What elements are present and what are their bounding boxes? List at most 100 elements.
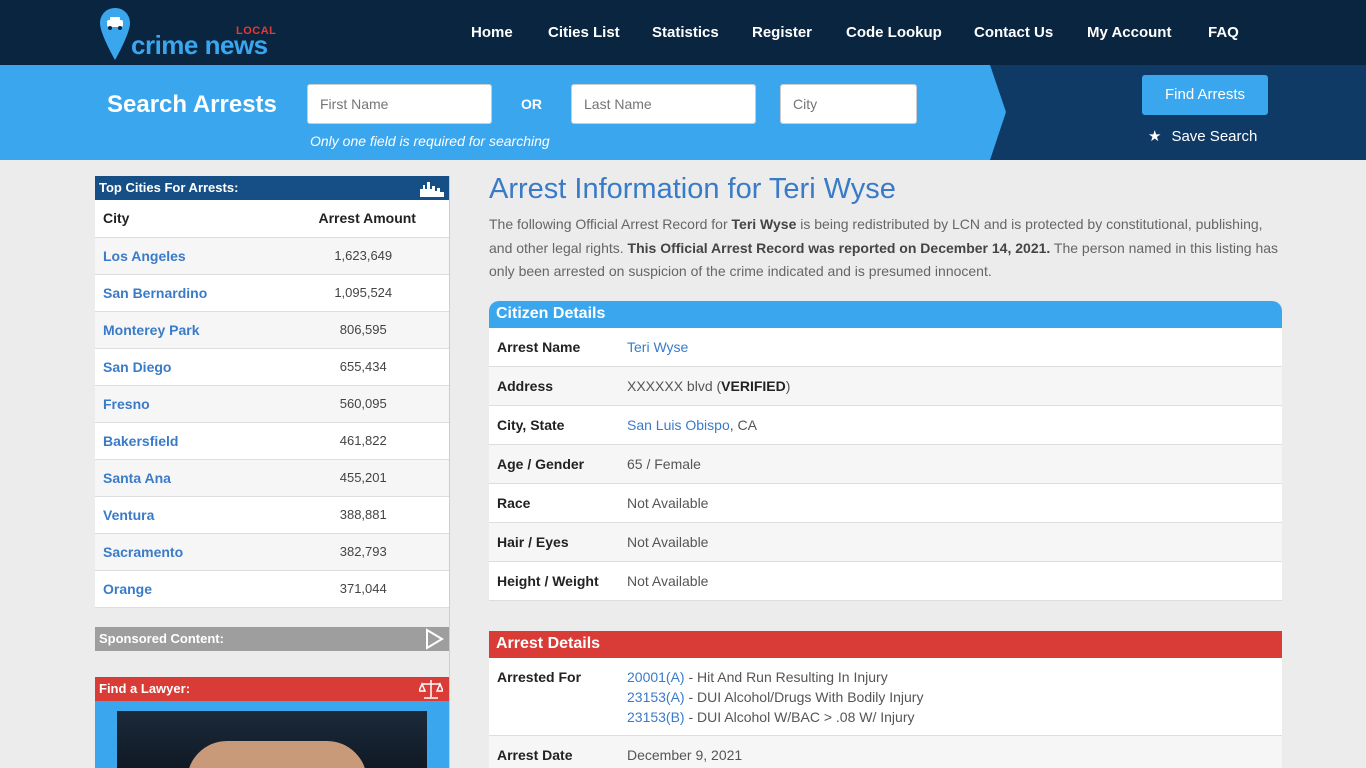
city-input[interactable] bbox=[780, 84, 917, 124]
arrest-amount: 655,434 bbox=[277, 348, 449, 386]
age-gender-value: 65 / Female bbox=[619, 444, 1282, 484]
arrest-amount: 1,623,649 bbox=[277, 237, 449, 275]
arrest-details-table: Arrested For 20001(A) - Hit And Run Resu… bbox=[489, 657, 1282, 768]
city-link[interactable]: Ventura bbox=[95, 496, 278, 534]
table-row: Hair / Eyes Not Available bbox=[489, 522, 1282, 562]
table-row: Orange 371,044 bbox=[95, 570, 449, 608]
arrest-amount: 455,201 bbox=[277, 459, 449, 497]
charge-description: - DUI Alcohol/Drugs With Bodily Injury bbox=[684, 688, 924, 705]
city-link[interactable]: Orange bbox=[95, 570, 278, 608]
search-title: Search Arrests bbox=[107, 91, 277, 118]
charge-item: 20001(A) - Hit And Run Resulting In Inju… bbox=[627, 667, 1274, 687]
arrest-amount: 382,793 bbox=[277, 533, 449, 571]
city-state-label: City, State bbox=[489, 405, 619, 445]
nav-faq[interactable]: FAQ bbox=[1208, 24, 1239, 41]
nav-contact-us[interactable]: Contact Us bbox=[974, 24, 1053, 41]
citizen-details-header: Citizen Details bbox=[489, 300, 1282, 328]
first-name-input[interactable] bbox=[307, 84, 492, 124]
logo-brand-text: crime news bbox=[131, 30, 268, 60]
table-row: Sacramento 382,793 bbox=[95, 533, 449, 571]
table-row: Los Angeles 1,623,649 bbox=[95, 237, 449, 275]
city-link[interactable]: San Bernardino bbox=[95, 274, 278, 312]
lawyer-ad-image[interactable] bbox=[95, 701, 449, 768]
table-row: City, State San Luis Obispo, CA bbox=[489, 405, 1282, 445]
col-arrest-amount: Arrest Amount bbox=[277, 200, 449, 238]
star-icon: ★ bbox=[1148, 128, 1162, 145]
table-row: San Bernardino 1,095,524 bbox=[95, 274, 449, 312]
address-value: XXXXXX blvd ( bbox=[627, 377, 722, 394]
arrest-details-header: Arrest Details bbox=[489, 630, 1282, 658]
city-skyline-icon bbox=[420, 182, 444, 197]
charge-item: 23153(B) - DUI Alcohol W/BAC > .08 W/ In… bbox=[627, 707, 1274, 727]
city-link[interactable]: Santa Ana bbox=[95, 459, 278, 497]
scales-icon bbox=[419, 680, 443, 699]
arrest-amount: 560,095 bbox=[277, 385, 449, 423]
charge-code-link[interactable]: 20001(A) bbox=[627, 669, 685, 685]
save-search-button[interactable]: ★ Save Search bbox=[1148, 127, 1257, 145]
nav-register[interactable]: Register bbox=[752, 24, 812, 41]
arrest-amount: 388,881 bbox=[277, 496, 449, 534]
arrest-name-label: Arrest Name bbox=[489, 327, 619, 367]
arrest-amount: 371,044 bbox=[277, 570, 449, 608]
arrest-amount: 461,822 bbox=[277, 422, 449, 460]
arrest-amount: 806,595 bbox=[277, 311, 449, 349]
height-weight-value: Not Available bbox=[619, 561, 1282, 601]
hair-eyes-value: Not Available bbox=[619, 522, 1282, 562]
race-value: Not Available bbox=[619, 483, 1282, 523]
hair-eyes-label: Hair / Eyes bbox=[489, 522, 619, 562]
charges-list: 20001(A) - Hit And Run Resulting In Inju… bbox=[619, 657, 1282, 736]
sponsored-title: Sponsored Content: bbox=[99, 631, 224, 646]
charge-code-link[interactable]: 23153(B) bbox=[627, 709, 685, 725]
table-row: San Diego 655,434 bbox=[95, 348, 449, 386]
last-name-input[interactable] bbox=[571, 84, 756, 124]
nav-cities-list[interactable]: Cities List bbox=[548, 24, 620, 41]
nav-statistics[interactable]: Statistics bbox=[652, 24, 719, 41]
age-gender-label: Age / Gender bbox=[489, 444, 619, 484]
address-label: Address bbox=[489, 366, 619, 406]
verified-badge: VERIFIED bbox=[721, 377, 786, 394]
intro-report-date: This Official Arrest Record was reported… bbox=[627, 239, 1051, 256]
city-link[interactable]: San Diego bbox=[95, 348, 278, 386]
search-hint: Only one field is required for searching bbox=[310, 133, 550, 149]
find-lawyer-title: Find a Lawyer: bbox=[99, 681, 191, 696]
table-row: Bakersfield 461,822 bbox=[95, 422, 449, 460]
charge-code-link[interactable]: 23153(A) bbox=[627, 689, 685, 705]
arrest-date-label: Arrest Date bbox=[489, 735, 619, 768]
arrest-name-link[interactable]: Teri Wyse bbox=[627, 339, 688, 355]
play-icon bbox=[426, 628, 444, 650]
nav-code-lookup[interactable]: Code Lookup bbox=[846, 24, 942, 41]
table-row: Arrest Date December 9, 2021 bbox=[489, 735, 1282, 768]
handcuffed-hands bbox=[187, 741, 367, 768]
citizen-details-table: Arrest Name Teri Wyse Address XXXXXX blv… bbox=[489, 327, 1282, 601]
police-pin-icon bbox=[100, 8, 130, 60]
top-cities-title: Top Cities For Arrests: bbox=[99, 180, 239, 195]
city-link[interactable]: Bakersfield bbox=[95, 422, 278, 460]
top-navbar: LOCAL crime news Home Cities List Statis… bbox=[0, 0, 1366, 65]
intro-paragraph: The following Official Arrest Record for… bbox=[489, 213, 1282, 284]
main-content: Arrest Information for Teri Wyse The fol… bbox=[489, 170, 1282, 768]
site-logo[interactable]: LOCAL crime news bbox=[98, 8, 298, 60]
col-city: City bbox=[95, 200, 278, 238]
nav-my-account[interactable]: My Account bbox=[1087, 24, 1171, 41]
table-row: Race Not Available bbox=[489, 483, 1282, 523]
or-label: OR bbox=[521, 96, 542, 112]
search-band: Search Arrests OR Only one field is requ… bbox=[0, 65, 1366, 160]
city-link[interactable]: Monterey Park bbox=[95, 311, 278, 349]
arrested-for-label: Arrested For bbox=[489, 657, 619, 736]
sponsored-content-header: Sponsored Content: bbox=[95, 627, 449, 651]
table-row: Ventura 388,881 bbox=[95, 496, 449, 534]
city-link[interactable]: Fresno bbox=[95, 385, 278, 423]
save-search-label: Save Search bbox=[1171, 128, 1258, 145]
arrest-amount: 1,095,524 bbox=[277, 274, 449, 312]
city-link[interactable]: Sacramento bbox=[95, 533, 278, 571]
state-value: , CA bbox=[729, 416, 757, 433]
city-link[interactable]: San Luis Obispo bbox=[627, 417, 730, 433]
find-arrests-button[interactable]: Find Arrests bbox=[1142, 75, 1268, 115]
sidebar: Top Cities For Arrests: City Arrest Amou… bbox=[95, 176, 450, 768]
city-link[interactable]: Los Angeles bbox=[95, 237, 278, 275]
handcuffs-photo bbox=[117, 711, 427, 768]
nav-home[interactable]: Home bbox=[471, 24, 513, 41]
page-title: Arrest Information for Teri Wyse bbox=[489, 173, 896, 205]
table-row: Arrest Name Teri Wyse bbox=[489, 327, 1282, 367]
charge-description: - Hit And Run Resulting In Injury bbox=[684, 668, 888, 685]
